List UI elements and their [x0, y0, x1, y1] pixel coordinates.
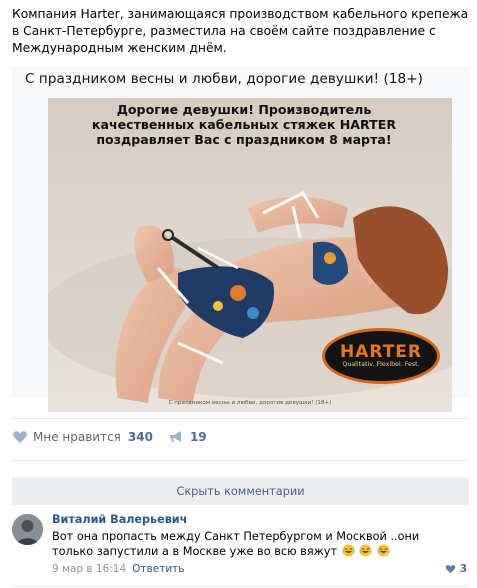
- like-button[interactable]: Мне нравится 340: [12, 430, 153, 444]
- heart-icon: [12, 430, 28, 444]
- divider: [12, 460, 469, 461]
- reply-button[interactable]: Ответить: [132, 563, 184, 575]
- harter-logo: HARTER Qualitativ. Flexibel. Fest.: [322, 328, 440, 384]
- comment-author[interactable]: Виталий Валерьевич: [52, 513, 187, 526]
- like-label: Мне нравится: [33, 430, 121, 444]
- logo-name: HARTER: [339, 342, 422, 362]
- comment-meta: 9 мар в 16:14 Ответить: [52, 563, 184, 575]
- laughing-emoji-icon: [359, 544, 372, 557]
- post-actions: Мне нравится 340 19: [12, 426, 223, 448]
- comment-item: Виталий Валерьевич Вот она пропасть межд…: [12, 512, 469, 582]
- share-button[interactable]: 19: [169, 430, 207, 444]
- attachment-title[interactable]: С праздником весны и любви, дорогие деву…: [25, 71, 423, 87]
- divider: [12, 586, 469, 587]
- photo-overlay-text: Дорогие девушки! Производитель качествен…: [91, 102, 397, 147]
- comment-date[interactable]: 9 мар в 16:14: [52, 563, 126, 575]
- divider: [12, 418, 469, 419]
- comment-text: Вот она пропасть между Санкт Петербургом…: [52, 529, 462, 559]
- laughing-emoji-icon: [377, 544, 390, 557]
- logo-slogan: Qualitativ. Flexibel. Fest.: [342, 361, 420, 368]
- comment-like-button[interactable]: 3: [445, 563, 467, 575]
- heart-icon: [445, 565, 455, 574]
- laughing-emoji-icon: [342, 544, 355, 557]
- megaphone-icon: [169, 430, 185, 444]
- like-count: 340: [127, 430, 153, 444]
- attachment-card[interactable]: С праздником весны и любви, дорогие деву…: [12, 66, 469, 412]
- share-count: 19: [189, 430, 207, 444]
- post-text: Компания Harter, занимающаяся производст…: [12, 7, 469, 55]
- avatar[interactable]: [12, 514, 43, 545]
- hide-comments-button[interactable]: Скрыть комментарии: [12, 477, 469, 505]
- photo-caption: С праздником весны и любви, дорогие деву…: [168, 400, 332, 406]
- attachment-photo[interactable]: Дорогие девушки! Производитель качествен…: [48, 98, 452, 412]
- comment-like-count: 3: [459, 563, 467, 575]
